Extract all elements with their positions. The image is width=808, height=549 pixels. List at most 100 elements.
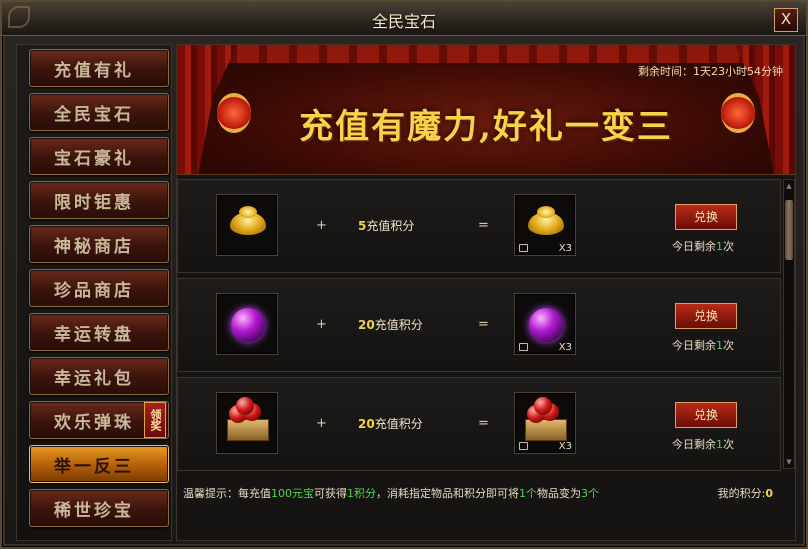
remaining-unit: 次 <box>723 438 734 451</box>
sidebar-item-lucky-pack[interactable]: 幸运礼包 <box>29 357 169 395</box>
sidebar-item-label: 珍品商店 <box>54 280 134 301</box>
output-item-slot[interactable]: X3 <box>514 194 576 256</box>
plus-sign: + <box>316 317 327 332</box>
bound-lock-icon <box>519 442 528 450</box>
exchange-row: + 20充值积分 = X3 兑换 今日剩余1次 <box>177 278 781 372</box>
window-title: 全民宝石 <box>371 12 436 31</box>
main-panel: 剩余时间：1天23小时54分钟 充值有魔力,好礼一变三 + 5充值积分 = X3… <box>176 44 796 541</box>
remaining-label: 今日剩余 <box>672 240 716 253</box>
points-cost: 5充值积分 <box>358 217 414 234</box>
scroll-up-arrow-icon[interactable]: ▲ <box>785 182 793 190</box>
hint-highlight: 3个 <box>581 487 599 500</box>
sidebar-item-limited-deal[interactable]: 限时钜惠 <box>29 181 169 219</box>
sidebar-item-label: 神秘商店 <box>54 236 134 257</box>
valance <box>177 45 795 63</box>
banner: 剩余时间：1天23小时54分钟 充值有魔力,好礼一变三 <box>177 45 795 175</box>
sidebar-item-label: 充值有礼 <box>54 60 134 81</box>
item-quantity: X3 <box>558 243 572 254</box>
sidebar-item-label: 全民宝石 <box>54 104 134 125</box>
redeem-button[interactable]: 兑换 <box>675 204 737 230</box>
sidebar-item-label: 举一反三 <box>54 456 134 477</box>
points-cost: 20充值积分 <box>358 415 423 432</box>
gem-box-icon <box>227 419 269 441</box>
title-bar: 全民宝石 X <box>2 2 806 36</box>
hint-part: ，消耗指定物品和积分即可将 <box>376 487 519 500</box>
input-item-slot[interactable] <box>216 194 278 256</box>
sidebar-item-label: 宝石豪礼 <box>54 148 134 169</box>
red-gem-icon <box>534 397 552 415</box>
redeem-button[interactable]: 兑换 <box>675 303 737 329</box>
sidebar-item-treasure-shop[interactable]: 珍品商店 <box>29 269 169 307</box>
sidebar-item-gem-for-all[interactable]: 全民宝石 <box>29 93 169 131</box>
sidebar-item-one-to-three[interactable]: 举一反三 <box>29 445 169 483</box>
points-number: 20 <box>358 417 375 431</box>
close-button[interactable]: X <box>774 8 798 32</box>
gold-ingot-icon <box>230 206 266 235</box>
purple-orb-icon <box>231 308 265 342</box>
hint-highlight: 1个 <box>519 487 537 500</box>
footer: 温馨提示：每充值100元宝可获得1积分，消耗指定物品和积分即可将1个物品变为3个… <box>177 481 795 505</box>
red-gem-icon <box>236 397 254 415</box>
purple-orb-icon <box>529 308 563 342</box>
points-label: 充值积分 <box>374 417 423 431</box>
exchange-row: + 20充值积分 = X3 兑换 今日剩余1次 <box>177 377 781 471</box>
sidebar-item-gem-gift[interactable]: 宝石豪礼 <box>29 137 169 175</box>
sidebar: 充值有礼 全民宝石 宝石豪礼 限时钜惠 神秘商店 珍品商店 幸运转盘 幸运礼包 … <box>16 44 172 541</box>
redeem-button[interactable]: 兑换 <box>675 402 737 428</box>
banner-slogan: 充值有魔力,好礼一变三 <box>299 107 673 147</box>
output-item-slot[interactable]: X3 <box>514 392 576 454</box>
points-label: 充值积分 <box>374 318 423 332</box>
hint-part: 温馨提示：每充值 <box>183 487 271 500</box>
hint-text: 温馨提示：每充值100元宝可获得1积分，消耗指定物品和积分即可将1个物品变为3个 <box>183 485 599 501</box>
equals-sign: = <box>478 317 489 332</box>
hint-highlight: 100元宝 <box>271 487 314 500</box>
my-points-label: 我的积分: <box>717 487 766 500</box>
scroll-thumb[interactable] <box>785 200 793 260</box>
item-quantity: X3 <box>558 342 572 353</box>
remaining-label: 今日剩余 <box>672 438 716 451</box>
remaining-unit: 次 <box>723 240 734 253</box>
points-cost: 20充值积分 <box>358 316 423 333</box>
remaining-count: 1 <box>716 438 723 451</box>
bound-lock-icon <box>519 244 528 252</box>
points-label: 充值积分 <box>366 219 415 233</box>
scrollbar[interactable]: ▲ ▼ <box>783 179 795 469</box>
plus-sign: + <box>316 416 327 431</box>
remaining-count: 1 <box>716 339 723 352</box>
my-points: 我的积分:0 <box>718 485 773 501</box>
sidebar-item-mystery-shop[interactable]: 神秘商店 <box>29 225 169 263</box>
output-item-slot[interactable]: X3 <box>514 293 576 355</box>
sidebar-item-recharge-gift[interactable]: 充值有礼 <box>29 49 169 87</box>
input-item-slot[interactable] <box>216 293 278 355</box>
hint-part: 可获得 <box>314 487 347 500</box>
hint-part: 物品变为 <box>537 487 581 500</box>
remaining-today: 今日剩余1次 <box>672 238 734 254</box>
exchange-row: + 5充值积分 = X3 兑换 今日剩余1次 <box>177 179 781 273</box>
sidebar-item-label: 限时钜惠 <box>54 192 134 213</box>
equals-sign: = <box>478 416 489 431</box>
equals-sign: = <box>478 218 489 233</box>
bound-lock-icon <box>519 343 528 351</box>
sidebar-item-label: 幸运转盘 <box>54 324 134 345</box>
sidebar-item-label: 幸运礼包 <box>54 368 134 389</box>
claim-badge[interactable]: 领奖 <box>144 402 166 438</box>
item-quantity: X3 <box>558 441 572 452</box>
my-points-value: 0 <box>765 487 773 500</box>
sidebar-item-lucky-wheel[interactable]: 幸运转盘 <box>29 313 169 351</box>
remaining-today: 今日剩余1次 <box>672 436 734 452</box>
points-number: 20 <box>358 318 375 332</box>
sidebar-item-label: 稀世珍宝 <box>54 500 134 521</box>
scroll-down-arrow-icon[interactable]: ▼ <box>785 458 793 466</box>
remaining-today: 今日剩余1次 <box>672 337 734 353</box>
plus-sign: + <box>316 218 327 233</box>
gem-box-icon <box>525 419 567 441</box>
sidebar-item-rare-treasure[interactable]: 稀世珍宝 <box>29 489 169 527</box>
sidebar-item-pinball[interactable]: 欢乐弹珠 领奖 <box>29 401 169 439</box>
countdown-timer: 剩余时间：1天23小时54分钟 <box>638 65 783 78</box>
remaining-unit: 次 <box>723 339 734 352</box>
input-item-slot[interactable] <box>216 392 278 454</box>
window: 全民宝石 X 充值有礼 全民宝石 宝石豪礼 限时钜惠 神秘商店 珍品商店 幸运转… <box>0 0 808 549</box>
sidebar-item-label: 欢乐弹珠 <box>54 412 134 433</box>
remaining-label: 今日剩余 <box>672 339 716 352</box>
hint-highlight: 1积分 <box>347 487 376 500</box>
